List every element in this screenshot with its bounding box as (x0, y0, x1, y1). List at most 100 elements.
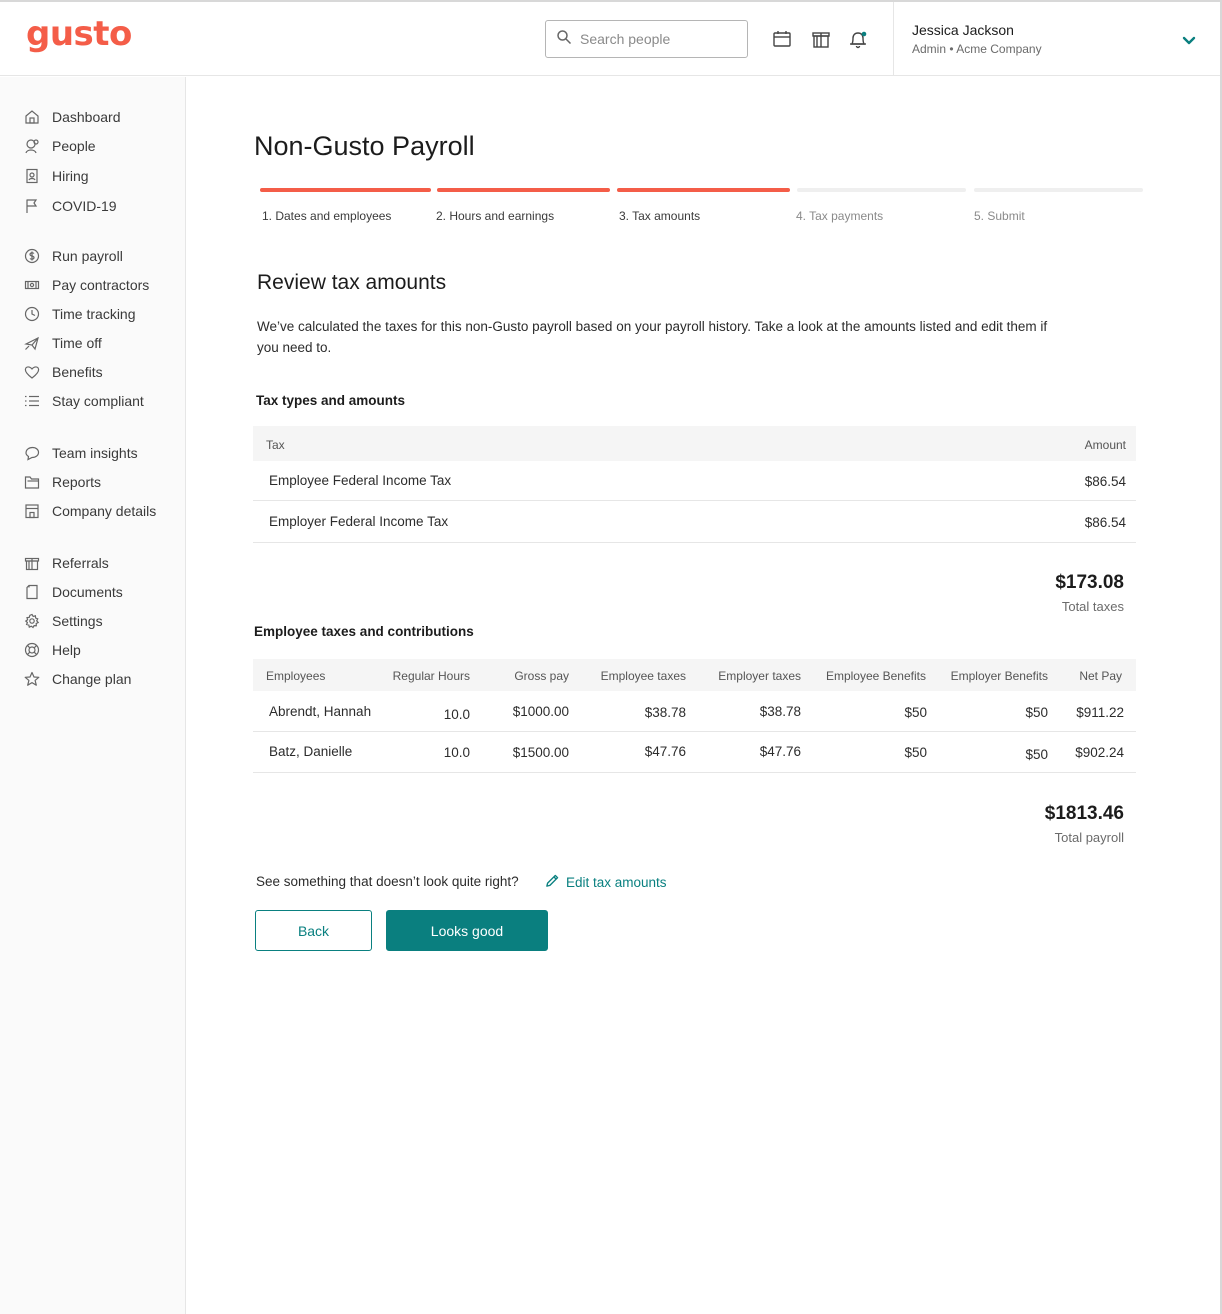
calendar-icon[interactable] (772, 29, 792, 49)
people-icon (24, 138, 40, 154)
sidebar-item-benefits[interactable]: Benefits (24, 361, 103, 383)
page-title: Non-Gusto Payroll (254, 131, 475, 161)
sidebar-item-time-off[interactable]: Time off (24, 332, 102, 354)
total-taxes-label: Total taxes (1061, 599, 1124, 614)
total-taxes-value: $173.08 (1055, 572, 1124, 593)
sidebar-item-label: Documents (52, 584, 123, 600)
sidebar-item-label: Run payroll (52, 248, 123, 264)
table-row-divider (253, 542, 1136, 543)
amount-column-header: Amount (1084, 438, 1126, 452)
lifebuoy-icon (24, 642, 40, 658)
sidebar-item-referrals[interactable]: Referrals (24, 552, 109, 574)
sidebar-item-label: Time tracking (52, 306, 136, 322)
sidebar-item-dashboard[interactable]: Dashboard (24, 106, 121, 128)
chevron-down-icon[interactable] (1180, 32, 1198, 50)
flag-icon (24, 198, 40, 214)
table-cell-tax-name: Employer Federal Income Tax (269, 514, 449, 529)
sidebar-item-team-insights[interactable]: Team insights (24, 442, 138, 464)
sidebar-item-label: COVID-19 (52, 198, 117, 214)
top-header: gusto Jessica Jackson Admin • Acme Compa… (0, 2, 1220, 76)
gusto-logo[interactable]: gusto (26, 14, 132, 54)
section-description: We’ve calculated the taxes for this non-… (257, 319, 1048, 355)
sidebar-item-company-details[interactable]: Company details (24, 500, 156, 522)
money-icon (24, 277, 40, 293)
gross-pay-column-header: Gross pay (514, 669, 569, 683)
sidebar-item-label: Hiring (52, 168, 89, 184)
sidebar-item-help[interactable]: Help (24, 639, 81, 661)
table-cell-employer-benefits: $50 (1025, 747, 1048, 762)
gear-icon (24, 613, 40, 629)
plane-icon (24, 335, 40, 351)
sidebar-item-label: Stay compliant (52, 393, 144, 409)
table-cell-employer-taxes: $38.78 (759, 704, 801, 719)
pencil-icon (545, 873, 566, 891)
sidebar-item-label: Settings (52, 613, 103, 629)
tax-table-header (253, 426, 1136, 461)
table-cell-tax-amount: $86.54 (1084, 515, 1126, 530)
search-icon (556, 29, 572, 50)
table-cell-regular-hours: 10.0 (443, 745, 470, 760)
chat-icon (24, 445, 40, 461)
sidebar-item-label: Referrals (52, 555, 109, 571)
step-progress-bar-5 (974, 188, 1143, 192)
sidebar-item-people[interactable]: People (24, 135, 96, 157)
table-cell-gross-pay: $1000.00 (512, 704, 569, 719)
table-cell-regular-hours: 10.0 (443, 707, 470, 722)
search-input[interactable] (580, 31, 730, 47)
regular-hours-column-header: Regular Hours (392, 669, 470, 683)
sidebar-item-reports[interactable]: Reports (24, 471, 101, 493)
sidebar: Dashboard People Hiring COVID-19 Run pay… (0, 77, 186, 1314)
employer-benefits-column-header: Employer Benefits (950, 669, 1048, 683)
sidebar-item-stay-compliant[interactable]: Stay compliant (24, 390, 144, 412)
building-icon (24, 503, 40, 519)
gift-icon (24, 555, 40, 571)
gift-icon[interactable] (811, 29, 831, 49)
sidebar-item-pay-contractors[interactable]: Pay contractors (24, 274, 149, 296)
sidebar-item-label: Reports (52, 474, 102, 490)
table-row-divider (253, 772, 1136, 773)
heart-icon (24, 364, 40, 380)
back-button[interactable]: Back (255, 910, 372, 951)
table-cell-employee-taxes: $47.76 (644, 744, 686, 759)
sidebar-item-label: Team insights (52, 445, 138, 461)
dollar-icon (24, 248, 40, 264)
sidebar-item-label: Help (52, 642, 81, 658)
edit-tax-amounts-link[interactable]: Edit tax amounts (545, 873, 667, 891)
table-cell-employee-benefits: $50 (904, 705, 927, 720)
sidebar-item-time-tracking[interactable]: Time tracking (24, 303, 136, 325)
sidebar-item-run-payroll[interactable]: Run payroll (24, 245, 123, 267)
sidebar-item-settings[interactable]: Settings (24, 610, 103, 632)
table-cell-net-pay: $911.22 (1076, 705, 1124, 720)
step-label-4: 4. Tax payments (796, 209, 884, 223)
search-box[interactable] (545, 20, 748, 58)
table-row-divider (253, 731, 1136, 732)
step-progress-bar-1 (260, 188, 431, 192)
looks-good-button[interactable]: Looks good (386, 910, 548, 951)
net-pay-column-header: Net Pay (1079, 669, 1122, 683)
employee-taxes-column-header: Employee taxes (600, 669, 686, 683)
folder-icon (24, 474, 40, 490)
sidebar-item-label: Time off (52, 335, 102, 351)
table-cell-tax-amount: $86.54 (1084, 474, 1126, 489)
sidebar-item-covid-19[interactable]: COVID-19 (24, 195, 117, 217)
document-icon (24, 584, 40, 600)
table-cell-employee-name: Abrendt, Hannah (269, 704, 372, 719)
table-cell-net-pay: $902.24 (1075, 745, 1124, 760)
table-row-divider (253, 500, 1136, 501)
sidebar-item-label: Dashboard (52, 109, 121, 125)
edit-tax-amounts-label: Edit tax amounts (566, 874, 667, 890)
header-divider (893, 2, 894, 76)
tax-column-header: Tax (266, 438, 285, 452)
table-cell-gross-pay: $1500.00 (512, 745, 569, 760)
sidebar-item-label: People (52, 138, 96, 154)
user-role-company: Admin • Acme Company (912, 42, 1042, 56)
sidebar-item-change-plan[interactable]: Change plan (24, 668, 131, 690)
star-icon (24, 671, 40, 687)
sidebar-item-hiring[interactable]: Hiring (24, 165, 89, 187)
employer-taxes-column-header: Employer taxes (718, 669, 801, 683)
sidebar-item-documents[interactable]: Documents (24, 581, 123, 603)
user-name[interactable]: Jessica Jackson (912, 22, 1014, 38)
section-title: Review tax amounts (257, 271, 447, 294)
bell-icon[interactable] (848, 29, 868, 49)
table-cell-employer-benefits: $50 (1025, 705, 1048, 720)
